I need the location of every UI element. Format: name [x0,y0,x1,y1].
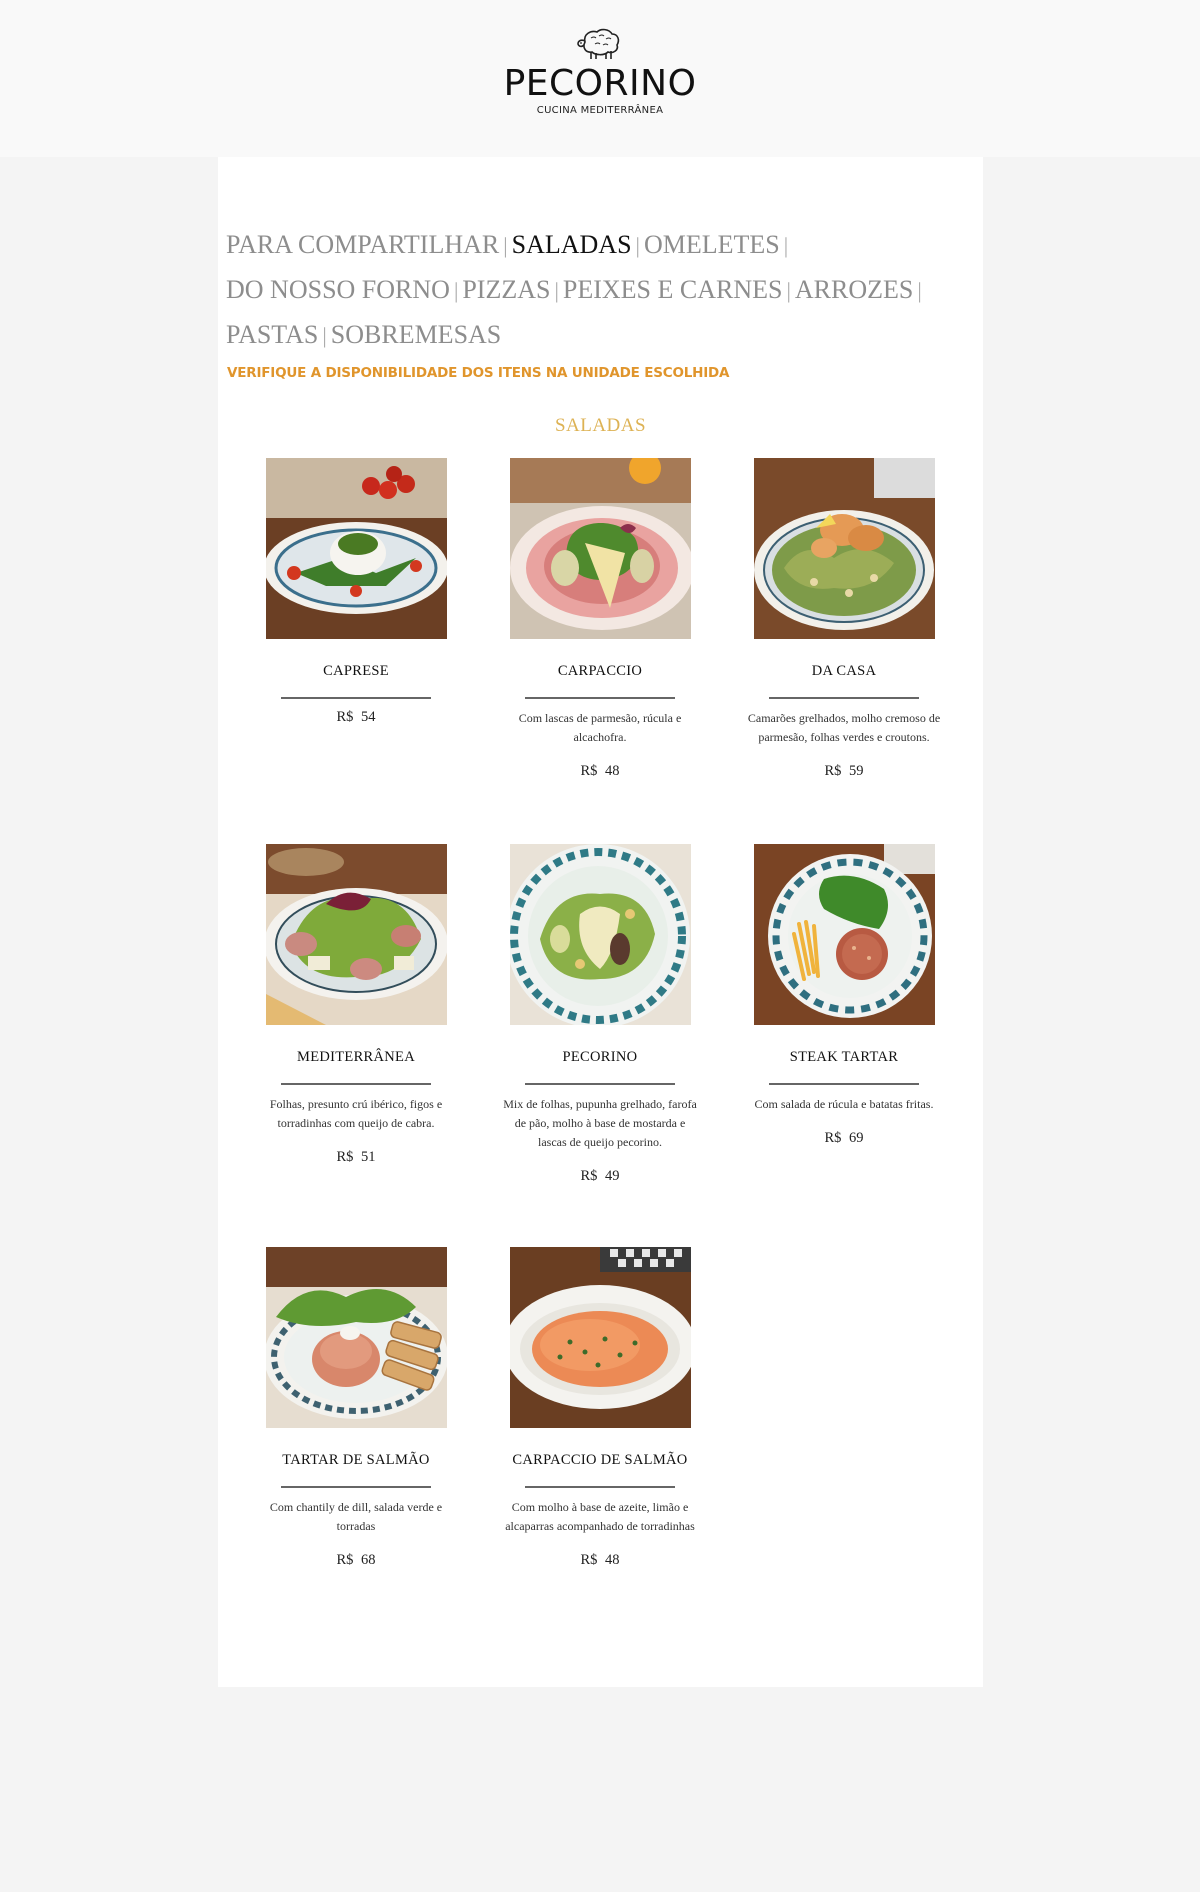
menu-item-caprese[interactable]: CAPRESE R$ 54 [256,458,456,726]
sheep-icon [577,28,620,59]
nav-item-do-nosso-forno[interactable]: DO NOSSO FORNO [226,275,450,304]
divider [281,1083,431,1085]
item-price: R$ 49 [580,1168,620,1184]
nav-separator: | [554,278,559,303]
menu-item-tartar-de-salmao[interactable]: TARTAR DE SALMÃO Com chantily de dill, s… [256,1247,456,1569]
nav-item-sobremesas[interactable]: SOBREMESAS [331,320,502,349]
item-description: Com molho à base de azeite, limão e alca… [505,1500,695,1533]
divider [769,1083,919,1085]
item-price: R$ 54 [336,709,376,725]
brand-name: PECORINO [503,63,697,104]
item-description: Mix de folhas, pupunha grelhado, farofa … [503,1097,697,1149]
item-name: MEDITERRÂNEA [297,1049,415,1065]
section-title: SALADAS [554,415,647,436]
divider [525,697,675,699]
nav-separator: | [786,278,791,303]
menu-item-mediterranea[interactable]: MEDITERRÂNEA Folhas, presunto crú ibéric… [256,844,456,1166]
nav-item-para-compartilhar[interactable]: PARA COMPARTILHAR [226,230,499,259]
item-description: Camarões grelhados, molho cremoso de par… [747,711,941,744]
item-name: DA CASA [811,663,877,679]
menu-item-pecorino[interactable]: PECORINO Mix de folhas, pupunha grelhado… [500,844,700,1185]
item-description: Com salada de rúcula e batatas fritas. [754,1097,934,1111]
item-price: R$ 48 [580,1552,620,1568]
menu-panel: PARA COMPARTILHAR | SALADAS | OMELETES | DO N… [218,157,983,1687]
dish-photo [753,458,935,639]
dish-photo [509,1247,691,1428]
nav-item-omeletes[interactable]: OMELETES [644,230,780,259]
site-header: PECORINO CUCINA MEDITERRÂNEA [0,0,1200,157]
category-nav: PARA COMPARTILHAR | SALADAS | OMELETES | DO N… [226,223,976,358]
item-description: Folhas, presunto crú ibérico, figos e to… [269,1097,443,1130]
nav-separator: | [453,278,459,303]
item-price: R$ 68 [336,1552,376,1568]
item-name: CARPACCIO [557,663,643,679]
nav-separator: | [635,233,640,258]
item-price: R$ 69 [824,1130,864,1146]
nav-separator: | [917,278,922,303]
nav-separator: | [322,323,327,348]
dish-photo [265,1247,447,1428]
item-name: TARTAR DE SALMÃO [282,1452,430,1468]
item-description: Com lascas de parmesão, rúcula e alcacho… [518,711,682,744]
item-name: CAPRESE [323,663,389,679]
item-price: R$ 48 [580,763,620,779]
dish-photo [509,458,691,639]
nav-separator: | [783,233,789,258]
divider [281,697,431,699]
item-name: STEAK TARTAR [789,1049,899,1065]
dish-photo [265,844,447,1025]
brand-tagline: CUCINA MEDITERRÂNEA [536,105,664,116]
divider [525,1486,675,1488]
item-price: R$ 51 [336,1149,376,1165]
item-price: R$ 59 [824,763,864,779]
divider [281,1486,431,1488]
item-name: CARPACCIO DE SALMÃO [512,1452,688,1468]
item-description: Com chantily de dill, salada verde e tor… [269,1500,443,1533]
menu-item-carpaccio[interactable]: CARPACCIO Com lascas de parmesão, rúcula… [500,458,700,780]
nav-item-pizzas[interactable]: PIZZAS [462,275,550,304]
dish-photo [753,844,935,1025]
item-name: PECORINO [562,1049,638,1065]
brand-logo[interactable]: PECORINO CUCINA MEDITERRÂNEA [480,26,720,130]
dish-photo [265,458,447,639]
menu-item-carpaccio-de-salmao[interactable]: CARPACCIO DE SALMÃO Com molho à base de … [500,1247,700,1569]
nav-item-saladas[interactable]: SALADAS [512,230,632,259]
nav-item-pastas[interactable]: PASTAS [226,320,318,349]
dish-photo [509,844,691,1025]
nav-item-arrozes[interactable]: ARROZES [795,275,913,304]
menu-item-da-casa[interactable]: DA CASA Camarões grelhados, molho cremos… [744,458,944,780]
nav-item-peixes-e-carnes[interactable]: PEIXES E CARNES [563,275,783,304]
availability-notice: VERIFIQUE A DISPONIBILIDADE DOS ITENS NA… [227,365,730,381]
divider [769,697,919,699]
divider [525,1083,675,1085]
nav-separator: | [503,233,508,258]
menu-item-steak-tartar[interactable]: STEAK TARTAR Com salada de rúcula e bata… [744,844,944,1147]
